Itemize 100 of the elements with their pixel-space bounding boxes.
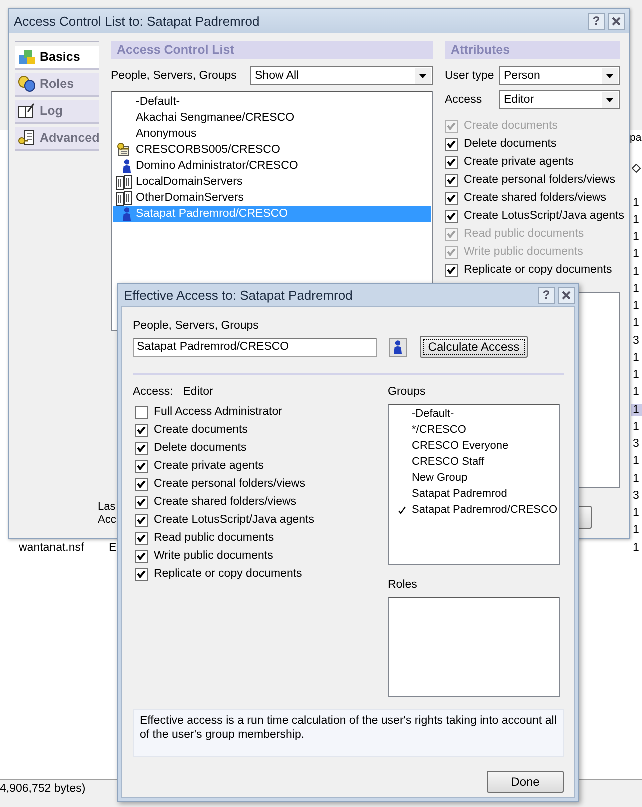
- access-value: Editor: [183, 386, 214, 400]
- checkbox[interactable]: [135, 514, 148, 526]
- checkbox-label: Create documents: [464, 120, 558, 132]
- close-button[interactable]: [608, 12, 625, 30]
- checkbox[interactable]: [445, 174, 458, 186]
- name-input-field[interactable]: Satapat Padremrod/CRESCO: [133, 338, 377, 356]
- masks-icon: [18, 76, 36, 92]
- checkbox-label: Create personal folders/views: [464, 174, 616, 186]
- table-cell-text: 1: [632, 542, 640, 554]
- list-item[interactable]: -Default-: [389, 406, 559, 422]
- table-cell-text: 1: [632, 420, 640, 433]
- checkbox[interactable]: [135, 568, 148, 580]
- checkbox[interactable]: [445, 138, 458, 150]
- list-label: Groups: [388, 386, 427, 400]
- checkbox-label: Replicate or copy documents: [464, 264, 612, 276]
- person-icon: [393, 340, 403, 354]
- list-item[interactable]: -Default-: [113, 94, 431, 110]
- access-dropdown[interactable]: Editor: [499, 90, 620, 109]
- checkbox-label: Delete documents: [464, 138, 557, 150]
- window-title: Effective Access to: Satapat Padremrod: [124, 288, 354, 302]
- info-text: Effective access is a run time calculation of the user's rights taking into account all of the user's group membership.: [133, 709, 564, 757]
- list-item[interactable]: CRESCO Everyone: [389, 438, 559, 454]
- table-cell: 1: [631, 404, 642, 416]
- table-cell-text: 1: [632, 266, 640, 278]
- table-cell-text: 1: [632, 472, 640, 485]
- key-document-icon: [18, 130, 36, 146]
- table-cell: E: [109, 542, 117, 554]
- table-cell-text: 1: [632, 524, 640, 536]
- list-item[interactable]: Satapat Padremrod: [389, 486, 559, 502]
- table-cell-text: 3: [632, 490, 640, 502]
- filter-dropdown[interactable]: Show All: [250, 66, 433, 85]
- checkbox[interactable]: [445, 210, 458, 222]
- list-item[interactable]: Akachai Sengmanee/CRESCO: [113, 110, 431, 126]
- checkbox[interactable]: [445, 156, 458, 168]
- help-button[interactable]: ?: [538, 286, 555, 304]
- sidebar-tab[interactable]: Roles: [15, 73, 99, 97]
- field-label: User type: [445, 70, 494, 82]
- checkbox-label: Create private agents: [464, 156, 574, 168]
- sort-icon: [632, 164, 641, 173]
- checkbox-label: Create shared folders/views: [154, 496, 297, 508]
- table-cell: wantanat.nsf: [19, 542, 84, 554]
- table-cell-text: 1: [632, 455, 640, 468]
- list-item[interactable]: CRESCORBS005/CRESCO: [113, 142, 431, 158]
- table-cell-text: 3: [632, 438, 640, 450]
- table-cell-text: 1: [632, 386, 640, 398]
- access-label: Access:: [133, 386, 174, 400]
- checkbox[interactable]: [135, 496, 148, 508]
- done-button[interactable]: Done: [487, 771, 564, 793]
- label-text: Acc: [98, 514, 116, 527]
- group-icon: [116, 190, 132, 206]
- close-icon: [562, 290, 571, 300]
- table-cell-text: 1: [632, 369, 640, 382]
- checkbox[interactable]: [135, 532, 148, 544]
- checkbox[interactable]: [135, 424, 148, 436]
- checkbox-label: Create LotusScript/Java agents: [464, 210, 624, 222]
- sidebar-tab[interactable]: Advanced: [15, 127, 99, 151]
- field-label: Access: [445, 94, 482, 106]
- filter-label: People, Servers, Groups: [111, 70, 237, 82]
- close-button[interactable]: [558, 286, 575, 304]
- table-cell-text: 1: [632, 248, 640, 260]
- blocks-icon: [18, 49, 36, 65]
- list-item[interactable]: New Group: [389, 470, 559, 486]
- sidebar-tab[interactable]: Log: [15, 100, 99, 124]
- address-book-button[interactable]: [389, 338, 407, 356]
- list-item[interactable]: Domino Administrator/CRESCO: [113, 158, 431, 174]
- list-item[interactable]: OtherDomainServers: [113, 190, 431, 206]
- column-header: pa: [630, 132, 642, 144]
- list-label: Roles: [388, 579, 418, 593]
- status-text: 4,906,752 bytes): [0, 783, 86, 795]
- list-item[interactable]: */CRESCO: [389, 422, 559, 438]
- checkmark-icon: [398, 506, 406, 514]
- checkbox-label: Create shared folders/views: [464, 192, 607, 204]
- checkbox[interactable]: [135, 442, 148, 454]
- checkbox[interactable]: [445, 264, 458, 276]
- checkbox-label: Read public documents: [154, 532, 274, 544]
- list-item[interactable]: CRESCO Staff: [389, 454, 559, 470]
- help-button[interactable]: ?: [588, 12, 605, 30]
- table-cell-text: 1: [632, 282, 640, 295]
- label-text: Las: [98, 501, 116, 514]
- table-cell-text: 1: [632, 214, 640, 226]
- list-item[interactable]: LocalDomainServers: [113, 174, 431, 190]
- checkbox-label: Create documents: [154, 424, 248, 436]
- list-item[interactable]: Satapat Padremrod/CRESCO: [389, 502, 559, 518]
- book-pen-icon: [18, 103, 36, 119]
- checkbox-label: Delete documents: [154, 442, 247, 454]
- checkbox[interactable]: [135, 406, 148, 418]
- checkbox[interactable]: [135, 550, 148, 562]
- checkbox[interactable]: [445, 192, 458, 204]
- close-icon: [612, 16, 621, 26]
- window-title: Access Control List to: Satapat Padremrod: [14, 14, 261, 28]
- list-item[interactable]: Anonymous: [113, 126, 431, 142]
- sidebar-tab[interactable]: Basics: [15, 46, 99, 70]
- calculate-access-button[interactable]: Calculate Access: [420, 336, 528, 358]
- checkbox[interactable]: [135, 478, 148, 490]
- section-header: Access Control List: [111, 41, 433, 59]
- checkbox-label: Full Access Administrator: [154, 406, 282, 418]
- table-cell-text: 1: [632, 196, 640, 209]
- checkbox-label: Create LotusScript/Java agents: [154, 514, 314, 526]
- user-type-dropdown[interactable]: Person: [499, 66, 620, 85]
- checkbox[interactable]: [135, 460, 148, 472]
